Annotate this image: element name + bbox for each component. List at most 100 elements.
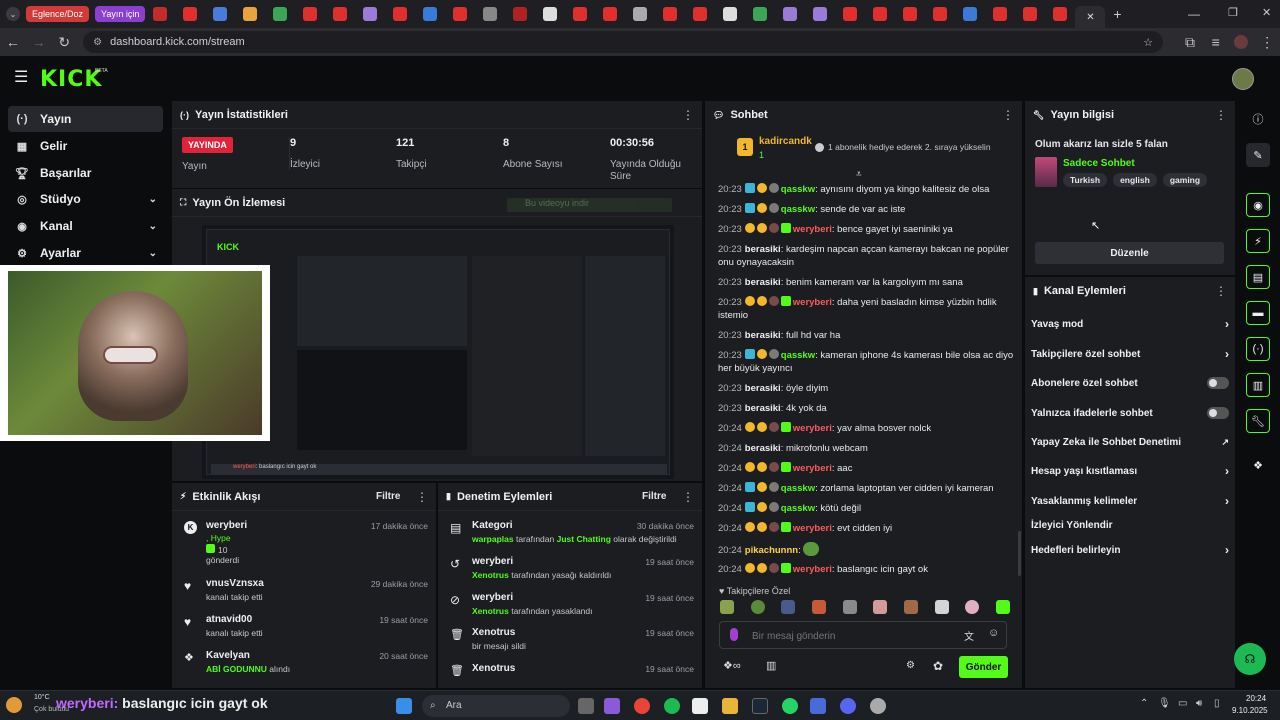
maximize-icon[interactable]: ❐ <box>1228 6 1238 19</box>
reload-icon[interactable]: ↻ <box>51 29 77 55</box>
youtube-tab-icon[interactable] <box>903 7 918 21</box>
new-tab-icon[interactable]: + <box>1113 6 1121 22</box>
youtube-tab-icon[interactable] <box>663 7 678 21</box>
site-info-icon[interactable]: ⚙ <box>93 37 102 48</box>
taskbar-search[interactable]: ⌕ Ara <box>422 695 570 717</box>
tag-chip[interactable]: gaming <box>1162 173 1208 187</box>
document-icon[interactable]: ▤ <box>1246 265 1270 289</box>
send-button[interactable]: Gönder <box>959 656 1008 678</box>
chat-username[interactable]: berasiki <box>745 244 781 255</box>
app-tab-icon[interactable] <box>513 7 528 21</box>
app-tab-icon[interactable] <box>363 7 378 21</box>
more-options-icon[interactable]: ⋮ <box>1215 284 1227 298</box>
chat-message[interactable]: 20:24 weryberi: yav alma bosver nolck <box>718 422 1014 435</box>
app-icon[interactable] <box>692 698 708 714</box>
chat-settings-icon[interactable]: ⚙ <box>906 660 915 671</box>
app-tab-icon[interactable] <box>243 7 258 21</box>
stream-video[interactable]: KICK weryberi: baslangıc icin gayt ok <box>202 225 674 479</box>
chat-message-input[interactable] <box>752 628 942 644</box>
youtube-tab-icon[interactable] <box>933 7 948 21</box>
chat-input-box[interactable]: 文 ☺ <box>719 621 1007 649</box>
youtube-tab-icon[interactable] <box>153 7 168 21</box>
app-icon[interactable] <box>810 698 826 714</box>
lightning-icon[interactable]: ⚡︎ <box>1246 229 1270 253</box>
sheets-tab-icon[interactable] <box>753 7 768 21</box>
extensions-icon[interactable]: ⧉ <box>1177 29 1203 55</box>
tab-menu-button[interactable]: ⌄ <box>6 7 20 21</box>
mod-tools-icon[interactable]: ✿ <box>933 659 943 673</box>
clock-time[interactable]: 20:24 <box>1246 694 1266 703</box>
chat-username[interactable]: weryberi <box>793 224 832 235</box>
emote-icon[interactable] <box>873 600 888 614</box>
chat-username[interactable]: qasskw <box>781 204 815 215</box>
chat-message[interactable]: 20:24 qasskw: zorlama laptoptan ver cidde… <box>718 482 1014 495</box>
youtube-tab-icon[interactable] <box>843 7 858 21</box>
chat-scrollbar[interactable] <box>1018 531 1021 576</box>
category-name[interactable]: Sadece Sohbet <box>1063 158 1135 169</box>
youtube-tab-icon[interactable] <box>393 7 408 21</box>
youtube-tab-icon[interactable] <box>993 7 1008 21</box>
chat-username[interactable]: weryberi <box>793 423 832 434</box>
chat-username[interactable]: weryberi <box>793 297 832 308</box>
emote-icon[interactable] <box>720 600 734 614</box>
sidebar-item-stream[interactable]: (·) Yayın <box>8 106 163 132</box>
pinned-gift-leader[interactable]: 1 kadircandk 1 1 abonelik hediye ederek … <box>715 131 1011 169</box>
action-followers-only[interactable]: Takipçilere özel sohbet › <box>1031 347 1229 361</box>
tab-group-chip[interactable]: Yayın için <box>95 6 146 22</box>
sidebar-item-settings[interactable]: ⚙ Ayarlar ⌄ <box>8 240 163 266</box>
steam-icon[interactable] <box>752 698 768 714</box>
youtube-tab-icon[interactable] <box>333 7 348 21</box>
reading-list-icon[interactable]: ≡ <box>1203 29 1229 55</box>
chat-message[interactable]: 20:24 weryberi: baslangıc icin gayt ok <box>718 563 1014 576</box>
app-tab-icon[interactable] <box>633 7 648 21</box>
action-emotes-only[interactable]: Yalnızca ifadelerle sohbet <box>1031 407 1229 419</box>
chat-username[interactable]: qasskw <box>781 184 815 195</box>
close-tab-icon[interactable]: ✕ <box>1086 12 1094 23</box>
youtube-tab-icon[interactable] <box>1023 7 1038 21</box>
chrome-icon[interactable] <box>634 698 650 714</box>
broadcast-icon[interactable]: (·) <box>1246 337 1270 361</box>
chat-username[interactable]: berasiki <box>745 443 781 454</box>
chat-message[interactable]: 20:23 weryberi: bence gayet iyi saeniniki… <box>718 223 1014 236</box>
action-banned-words[interactable]: Yasaklanmış kelimeler › <box>1031 494 1229 508</box>
discord-icon[interactable] <box>840 698 856 714</box>
emote-icon[interactable] <box>750 600 765 614</box>
chat-message[interactable]: 20:23 berasiki: öyle diyim <box>718 382 1014 395</box>
youtube-tab-icon[interactable] <box>873 7 888 21</box>
hamburger-menu-icon[interactable]: ☰ <box>14 67 28 87</box>
minimize-icon[interactable]: — <box>1188 7 1200 21</box>
chat-username[interactable]: qasskw <box>781 503 815 514</box>
chat-username[interactable]: berasiki <box>745 383 781 394</box>
chat-username[interactable]: berasiki <box>745 330 781 341</box>
file-explorer-icon[interactable] <box>722 698 738 714</box>
youtube-tab-icon[interactable] <box>1053 7 1068 21</box>
toggle-switch[interactable] <box>1207 407 1229 419</box>
emote-icon[interactable] <box>995 600 1010 614</box>
toggle-switch[interactable] <box>1207 377 1229 389</box>
edit-pencil-icon[interactable]: ✎ <box>1246 143 1270 167</box>
chat-message[interactable]: 20:24 berasiki: mikrofonlu webcam <box>718 442 1014 455</box>
more-options-icon[interactable]: ⋮ <box>682 108 694 122</box>
chatgpt-tab-icon[interactable] <box>723 7 738 21</box>
user-avatar[interactable] <box>1232 68 1254 90</box>
store-icon[interactable]: ▥ <box>766 659 776 672</box>
chat-username[interactable]: berasiki <box>745 403 781 414</box>
network-icon[interactable]: ▭ <box>1178 698 1187 709</box>
chat-username[interactable]: pikachunnn <box>745 545 798 556</box>
action-ai-moderation[interactable]: Yapay Zeka ile Sohbet Denetimi ↗ <box>1031 437 1229 448</box>
youtube-tab-icon[interactable] <box>693 7 708 21</box>
chat-message[interactable]: 20:23 berasiki: kardeşim napcan açcan kam… <box>718 243 1014 269</box>
chat-message[interactable]: 20:24 qasskw: kötü değil <box>718 502 1014 515</box>
app-tab-icon[interactable] <box>783 7 798 21</box>
chat-icon[interactable]: ▬ <box>1246 301 1270 325</box>
shapes-icon[interactable]: ❖ <box>1246 453 1270 477</box>
chat-username[interactable]: weryberi <box>793 463 832 474</box>
chat-username[interactable]: berasiki <box>745 277 781 288</box>
chat-message[interactable]: 20:23 berasiki: full hd var ha <box>718 329 1014 342</box>
globe-tab-icon[interactable] <box>213 7 228 21</box>
forward-icon[interactable]: → <box>26 29 52 55</box>
volume-icon[interactable]: 🔊︎ <box>1196 698 1202 709</box>
action-raid[interactable]: İzleyici Yönlendir <box>1031 520 1229 531</box>
app-tab-icon[interactable] <box>813 7 828 21</box>
emote-icon[interactable] <box>781 600 796 614</box>
